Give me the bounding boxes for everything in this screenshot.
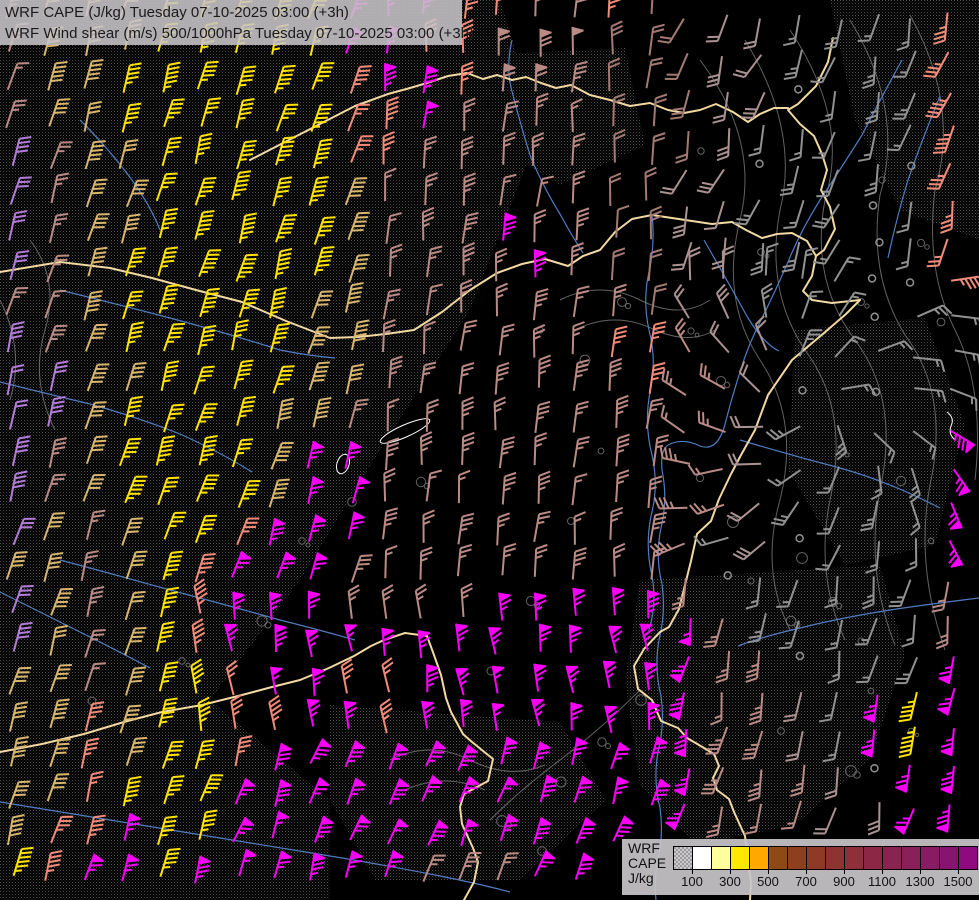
title-line-shear: WRF Wind shear (m/s) 500/1000hPa Tuesday…	[5, 23, 462, 44]
cape-legend: WRF CAPE J/kg 100 300 500 700 900 1100 1300 150…	[622, 839, 979, 895]
legend-label-unit: J/kg	[628, 871, 666, 886]
colorbar-tick-label: 700	[795, 874, 817, 889]
title-bar: WRF CAPE (J/kg) Tuesday 07-10-2025 03:00…	[0, 0, 462, 45]
legend-label-cape: CAPE	[628, 856, 666, 871]
cape-hatch-region	[625, 565, 905, 845]
cape-swatch-0	[674, 847, 693, 869]
cape-swatch-3	[731, 847, 750, 869]
cape-hatch-region	[788, 318, 965, 565]
cape-swatch-7	[807, 847, 826, 869]
colorbar-tick-label: 100	[681, 874, 703, 889]
cape-swatch-5	[769, 847, 788, 869]
colorbar-tick-label: 1100	[868, 874, 896, 889]
cape-legend-labels: WRF CAPE J/kg	[628, 841, 666, 886]
cape-swatch-13	[921, 847, 940, 869]
colorbar-tick-label: 500	[757, 874, 779, 889]
cape-swatch-11	[883, 847, 902, 869]
cape-swatch-4	[750, 847, 769, 869]
cape-swatch-6	[788, 847, 807, 869]
contour-line	[700, 60, 790, 630]
colorbar-tick-label: 900	[833, 874, 855, 889]
cape-swatch-14	[940, 847, 959, 869]
cape-swatch-10	[864, 847, 883, 869]
cape-hatch-region	[830, 0, 979, 240]
colorbar-tick-label: 1300	[906, 874, 935, 889]
colorbar-tick-label: 1500	[944, 874, 973, 889]
cape-swatch-15	[959, 847, 977, 869]
colorbar-tick-label: 300	[719, 874, 741, 889]
cape-stipple-layer	[0, 0, 979, 900]
cape-swatch-1	[693, 847, 712, 869]
cape-swatch-8	[826, 847, 845, 869]
weather-map-stage: WRF CAPE (J/kg) Tuesday 07-10-2025 03:00…	[0, 0, 979, 900]
map-canvas	[0, 0, 979, 900]
title-line-cape: WRF CAPE (J/kg) Tuesday 07-10-2025 03:00…	[5, 2, 462, 23]
cape-swatch-12	[902, 847, 921, 869]
legend-label-wrf: WRF	[628, 841, 666, 856]
cape-swatch-2	[712, 847, 731, 869]
cape-swatch-9	[845, 847, 864, 869]
cape-colorbar	[673, 846, 978, 870]
contour-line	[575, 320, 715, 338]
